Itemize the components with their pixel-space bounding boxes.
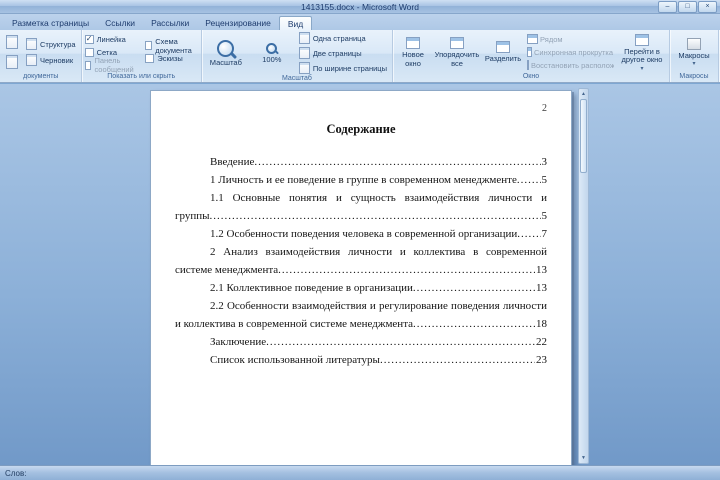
group-window: Новое окно Упорядочить все Разделить Ряд…	[393, 30, 670, 82]
view-side-by-side-button[interactable]: Рядом	[526, 33, 614, 45]
dot-leader	[413, 279, 535, 297]
toc-line: и коллектива в современной системе менед…	[175, 315, 547, 333]
thumbnails-checkbox[interactable]: Эскизы	[145, 53, 197, 65]
sync-scroll-icon	[527, 47, 532, 57]
dot-leader	[380, 351, 535, 369]
dot-leader	[266, 333, 535, 351]
table-of-contents: Введение 3 1 Личность и ее поведение в г…	[175, 153, 547, 369]
maximize-button[interactable]: □	[678, 1, 697, 13]
scrollbar-track[interactable]	[579, 173, 588, 453]
minimize-button[interactable]: –	[658, 1, 677, 13]
group-label-window: Окно	[522, 73, 540, 80]
new-window-icon	[406, 37, 420, 49]
vertical-scrollbar[interactable]: ▲ ▼	[578, 88, 589, 464]
page-icon	[6, 35, 18, 49]
zoom-100-button[interactable]: 100%	[251, 41, 293, 66]
toc-line: 1 Личность и ее поведение в группе в сов…	[175, 171, 547, 189]
dot-leader	[413, 315, 535, 333]
group-macros: Макросы Макросы	[670, 30, 719, 82]
macros-icon	[687, 37, 701, 50]
tab-references[interactable]: Ссылки	[97, 16, 143, 30]
two-pages-button[interactable]: Две страницы	[297, 46, 389, 60]
toc-line: Введение 3	[175, 153, 547, 171]
tab-view[interactable]: Вид	[278, 16, 313, 31]
synchronous-scrolling-button[interactable]: Синхронная прокрутка	[526, 46, 614, 58]
group-label-zoom: Масштаб	[281, 75, 312, 82]
checkbox-box	[145, 54, 155, 63]
macros-button[interactable]: Макросы	[673, 36, 715, 69]
toc-line: 2.2 Особенности взаимодействия и регулир…	[210, 300, 547, 312]
dot-leader	[254, 153, 540, 171]
new-window-button[interactable]: Новое окно	[396, 35, 430, 69]
message-bar-checkbox[interactable]: Панель сообщений	[84, 56, 142, 74]
ribbon: Структура Черновик документы ✓ Линейка С…	[0, 30, 720, 83]
toc-line: 2 Анализ взаимодействия личности и колле…	[210, 246, 547, 258]
ribbon-tab-strip: Разметка страницы Ссылки Рассылки Реценз…	[0, 14, 720, 31]
dot-leader	[278, 261, 535, 279]
toc-line: группы 5	[175, 207, 547, 225]
magnifier-icon	[217, 39, 235, 57]
scrollbar-thumb[interactable]	[580, 99, 587, 173]
document-area: 2 Содержание Введение 3 1 Личность и ее …	[0, 84, 720, 466]
draft-view-icon	[26, 54, 37, 66]
web-layout-button[interactable]	[4, 53, 20, 71]
group-document-views: Структура Черновик документы	[1, 30, 82, 82]
page-width-button[interactable]: По ширине страницы	[297, 61, 389, 75]
one-page-button[interactable]: Одна страница	[297, 31, 389, 45]
reset-position-icon	[527, 60, 529, 70]
draft-view-button[interactable]: Черновик	[24, 53, 78, 67]
group-label-views: документы	[23, 73, 59, 80]
arrange-all-icon	[450, 37, 464, 49]
split-icon	[496, 41, 510, 54]
dot-leader	[517, 225, 540, 243]
dot-leader	[517, 171, 541, 189]
one-page-icon	[298, 32, 310, 44]
split-button[interactable]: Разделить	[484, 39, 522, 65]
close-button[interactable]: ×	[698, 1, 717, 13]
reset-window-position-button[interactable]: Восстановить расположение окна	[526, 59, 614, 71]
window-title: 1413155.docx - Microsoft Word	[301, 1, 419, 12]
outline-view-button[interactable]: Структура	[24, 37, 78, 51]
switch-windows-button[interactable]: Перейти в другое окно	[618, 32, 666, 73]
checkbox-box: ✓	[84, 33, 94, 44]
tab-review[interactable]: Рецензирование	[197, 16, 279, 30]
toc-line: системе менеджмента 13	[175, 261, 547, 279]
print-layout-button[interactable]	[4, 33, 20, 51]
group-label-show-hide: Показать или скрыть	[107, 73, 176, 80]
checkbox-box	[84, 47, 94, 57]
zoom-button[interactable]: Масштаб	[205, 38, 247, 69]
ruler-checkbox[interactable]: ✓ Линейка	[84, 33, 142, 45]
group-label-macros: Макросы	[679, 73, 709, 80]
window-controls: – □ ×	[658, 1, 717, 13]
toc-line: Список использованной литературы 23	[175, 351, 547, 369]
toc-line: 2.1 Коллективное поведение в организации…	[175, 279, 547, 297]
toc-line: 1.1 Основные понятия и сущность взаимоде…	[210, 192, 547, 204]
outline-view-icon	[26, 38, 37, 50]
toc-line: Заключение 22	[175, 333, 547, 351]
tab-mailings[interactable]: Рассылки	[143, 16, 197, 30]
group-zoom: Масштаб 100% Одна страница Две страницы …	[202, 30, 393, 82]
magnifier-icon	[266, 42, 278, 54]
checkbox-box	[145, 41, 153, 50]
status-bar: Слов:	[0, 465, 720, 480]
document-page[interactable]: 2 Содержание Введение 3 1 Личность и ее …	[150, 90, 572, 466]
page-icon	[6, 55, 18, 69]
scroll-up-icon[interactable]: ▲	[579, 89, 588, 99]
checkbox-box	[84, 60, 92, 70]
arrange-all-button[interactable]: Упорядочить все	[434, 35, 480, 69]
toc-line: 1.2 Особенности поведения человека в сов…	[175, 225, 547, 243]
status-word-count: Слов:	[5, 468, 27, 478]
tab-page-layout[interactable]: Разметка страницы	[4, 16, 97, 30]
switch-windows-icon	[635, 33, 649, 46]
document-heading: Содержание	[326, 122, 396, 136]
page-width-icon	[298, 62, 310, 74]
two-pages-icon	[298, 47, 310, 59]
group-show-hide: ✓ Линейка Сетка Панель сообщений Схема д…	[82, 30, 202, 82]
dot-leader	[210, 207, 541, 225]
page-number: 2	[542, 103, 547, 114]
scroll-down-icon[interactable]: ▼	[579, 453, 588, 463]
document-map-checkbox[interactable]: Схема документа	[145, 37, 197, 55]
title-bar: 1413155.docx - Microsoft Word – □ ×	[0, 0, 720, 14]
side-by-side-icon	[527, 34, 538, 44]
